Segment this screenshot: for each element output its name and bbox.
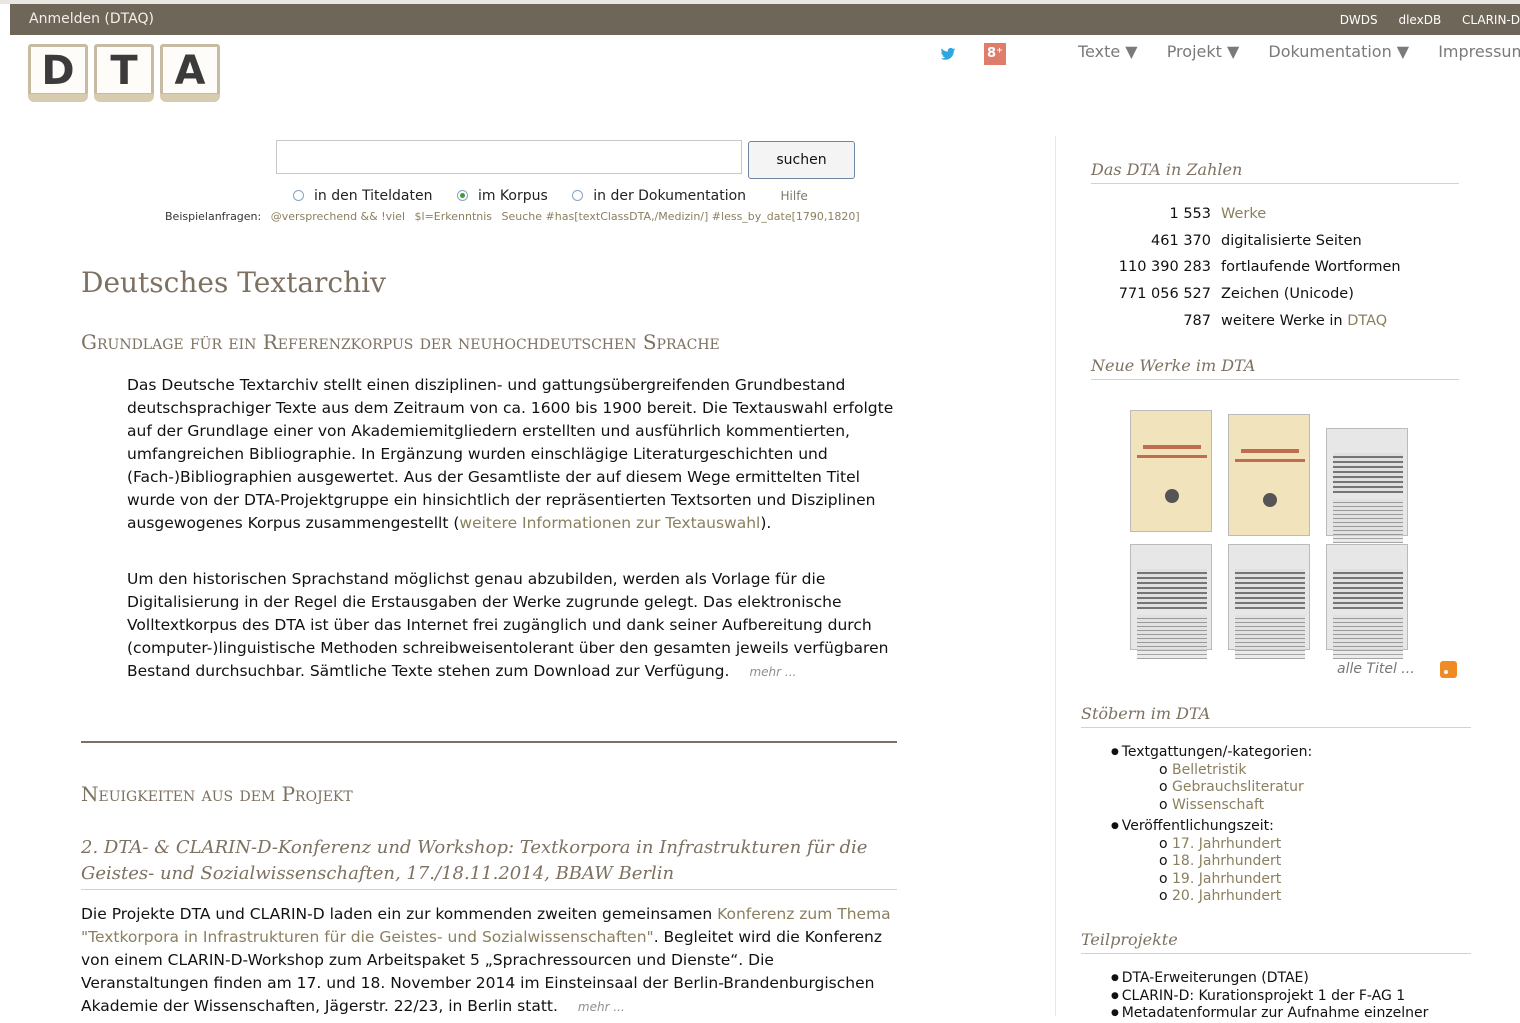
- main-nav: Texte ▼ Projekt ▼ Dokumentation ▼ Impres…: [1078, 42, 1520, 61]
- logo-tile-t: T: [94, 44, 154, 102]
- radio-titeldaten[interactable]: [293, 190, 304, 201]
- search-input[interactable]: [276, 140, 742, 174]
- stats-row: 110 390 283 fortlaufende Wortformen: [1095, 254, 1401, 281]
- subproject-link-clarin[interactable]: CLARIN-D: Kurationsprojekt 1 der F-AG 1: [1111, 988, 1428, 1006]
- stat-label: digitalisierte Seiten: [1221, 232, 1362, 249]
- browse-link-gebrauchsliteratur[interactable]: Gebrauchsliteratur: [1159, 779, 1312, 797]
- list-item: Veröffentlichungszeit:: [1111, 818, 1312, 836]
- intro-paragraph-2: Um den historischen Sprachstand möglichs…: [127, 568, 897, 684]
- radio-korpus[interactable]: [456, 190, 468, 201]
- example-query-1[interactable]: @versprechend && !viel: [271, 210, 405, 223]
- thumbnail-book[interactable]: [1228, 414, 1310, 536]
- news-item-title[interactable]: 2. DTA- & CLARIN-D-Konferenz und Worksho…: [81, 835, 897, 890]
- thumbnail-newspaper[interactable]: [1228, 544, 1310, 659]
- stat-number: 1 553: [1169, 206, 1211, 222]
- browse-link-19jh[interactable]: 19. Jahrhundert: [1159, 871, 1312, 889]
- stat-number: 771 056 527: [1118, 286, 1211, 303]
- intro-text-1: Das Deutsche Textarchiv stellt einen dis…: [127, 376, 894, 532]
- stats-row: 1 553 Werke: [1095, 201, 1401, 228]
- stat-label: fortlaufende Wortformen: [1221, 259, 1401, 276]
- page-title: Deutsches Textarchiv: [81, 266, 386, 299]
- logo-tile-a: A: [160, 44, 220, 102]
- thumbnail-newspaper[interactable]: [1130, 544, 1212, 659]
- intro-paragraph-1: Das Deutsche Textarchiv stellt einen dis…: [127, 374, 897, 535]
- intro-text-2: Um den historischen Sprachstand möglichs…: [127, 570, 889, 680]
- radio-label-korpus: im Korpus: [477, 188, 548, 204]
- nav-texte[interactable]: Texte ▼: [1078, 42, 1138, 61]
- stats-row: 461 370 digitalisierte Seiten: [1095, 228, 1401, 255]
- intro-text-1-end: ).: [760, 514, 772, 532]
- dta-logo[interactable]: D T A: [28, 44, 226, 102]
- all-titles-link[interactable]: alle Titel ...: [1337, 661, 1415, 677]
- stat-label: weitere Werke in: [1221, 312, 1348, 329]
- stat-label: Zeichen (Unicode): [1221, 286, 1354, 303]
- stat-number: 110 390 283: [1118, 259, 1211, 276]
- top-bar: Anmelden (DTAQ) DWDS dlexDB CLARIN-D: [10, 4, 1520, 35]
- radio-label-dokumentation: in der Dokumentation: [593, 188, 747, 204]
- thumbnail-newspaper[interactable]: [1326, 428, 1408, 543]
- stat-werke-link[interactable]: Werke: [1221, 206, 1266, 222]
- browse-list: Textgattungen/-kategorien: Belletristik …: [1081, 744, 1313, 906]
- partner-link-dlexdb[interactable]: dlexDB: [1398, 13, 1441, 27]
- thumbnail-newspaper[interactable]: [1326, 544, 1408, 659]
- nav-dokumentation[interactable]: Dokumentation ▼: [1268, 42, 1409, 61]
- partner-links: DWDS dlexDB CLARIN-D: [1323, 13, 1520, 27]
- radio-dokumentation[interactable]: [572, 190, 584, 201]
- radio-label-titeldaten: in den Titeldaten: [314, 188, 433, 204]
- subprojects-heading: Teilprojekte: [1081, 930, 1471, 954]
- search-button[interactable]: suchen: [748, 141, 855, 179]
- logo-tile-d: D: [28, 44, 88, 102]
- examples-label: Beispielanfragen:: [165, 210, 262, 223]
- browse-link-20jh[interactable]: 20. Jahrhundert: [1159, 888, 1312, 906]
- search-scope-options: in den Titeldaten im Korpus in der Dokum…: [293, 188, 808, 204]
- nav-projekt[interactable]: Projekt ▼: [1167, 42, 1240, 61]
- twitter-icon[interactable]: [940, 46, 956, 62]
- browse-link-18jh[interactable]: 18. Jahrhundert: [1159, 853, 1312, 871]
- textauswahl-link[interactable]: weitere Informationen zur Textauswahl: [459, 514, 760, 532]
- sidebar-divider: [1055, 136, 1056, 1016]
- stat-number: 787: [1183, 312, 1211, 329]
- stats-row: 771 056 527 Zeichen (Unicode): [1095, 281, 1401, 308]
- section-divider: [81, 741, 897, 743]
- section-subtitle: Grundlage für ein Referenzkorpus der neu…: [81, 330, 720, 354]
- browse-heading: Stöbern im DTA: [1081, 704, 1471, 728]
- partner-link-clarin[interactable]: CLARIN-D: [1462, 13, 1520, 27]
- thumbnail-book[interactable]: [1130, 410, 1212, 532]
- example-query-2[interactable]: $l=Erkenntnis: [415, 210, 493, 223]
- browse-link-17jh[interactable]: 17. Jahrhundert: [1159, 836, 1312, 854]
- subproject-link-metadaten[interactable]: Metadatenformular zur Aufnahme einzelner: [1111, 1005, 1429, 1023]
- subproject-link-dtae[interactable]: DTA-Erweiterungen (DTAE): [1111, 970, 1428, 988]
- stats-heading: Das DTA in Zahlen: [1091, 160, 1459, 184]
- rss-icon[interactable]: [1440, 661, 1457, 678]
- partner-link-dwds[interactable]: DWDS: [1340, 13, 1378, 27]
- subprojects-list: DTA-Erweiterungen (DTAE) CLARIN-D: Kurat…: [1081, 970, 1429, 1023]
- search-help-link[interactable]: Hilfe: [781, 189, 808, 203]
- list-item: Textgattungen/-kategorien:: [1111, 744, 1313, 762]
- news-heading: Neuigkeiten aus dem Projekt: [81, 782, 353, 806]
- more-link-intro[interactable]: mehr ...: [749, 665, 796, 679]
- news-item-text: Die Projekte DTA und CLARIN-D laden ein …: [81, 903, 901, 1019]
- stats-row: 787 weitere Werke in DTAQ: [1095, 308, 1401, 335]
- dtaq-link[interactable]: DTAQ: [1347, 313, 1387, 329]
- login-link[interactable]: Anmelden (DTAQ): [29, 11, 154, 27]
- browse-link-belletristik[interactable]: Belletristik: [1159, 762, 1312, 780]
- new-works-heading: Neue Werke im DTA: [1091, 356, 1459, 380]
- stats-list: 1 553 Werke 461 370 digitalisierte Seiten …: [1095, 201, 1401, 334]
- more-link-news[interactable]: mehr ...: [578, 1000, 625, 1014]
- google-plus-icon[interactable]: 8⁺: [984, 43, 1006, 65]
- news-text-start: Die Projekte DTA und CLARIN-D laden ein …: [81, 905, 718, 923]
- example-queries: Beispielanfragen: @versprechend && !viel…: [165, 210, 860, 223]
- browse-link-wissenschaft[interactable]: Wissenschaft: [1159, 797, 1312, 815]
- stat-number: 461 370: [1151, 232, 1211, 249]
- example-query-3[interactable]: Seuche #has[textClassDTA,/Medizin/] #les…: [502, 210, 860, 223]
- nav-impressum[interactable]: Impressum: [1438, 42, 1520, 61]
